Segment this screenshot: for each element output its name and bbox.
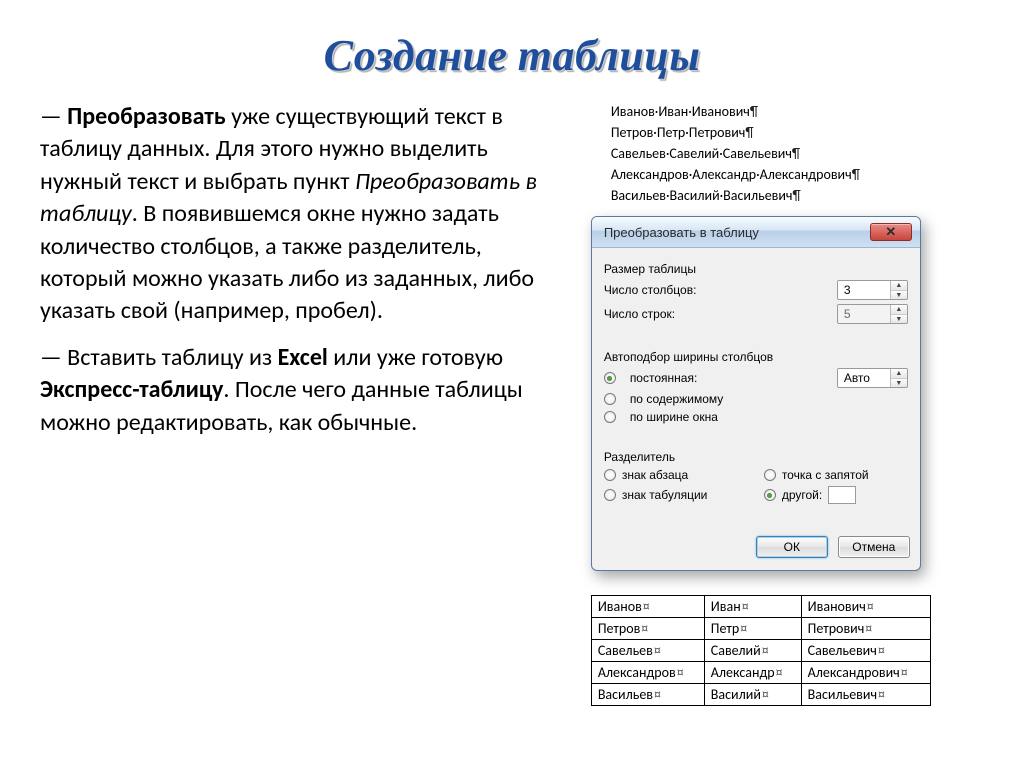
dialog-titlebar[interactable]: Преобразовать в таблицу ✕ bbox=[592, 217, 920, 248]
fixed-width-input[interactable] bbox=[838, 369, 890, 387]
ok-button[interactable]: ОК bbox=[756, 536, 828, 558]
table-cell: Петрович bbox=[801, 618, 930, 640]
group-label: Разделитель bbox=[604, 450, 908, 464]
table-cell: Василий bbox=[704, 684, 801, 706]
table-cell: Иван bbox=[704, 596, 801, 618]
sep-other-label: другой: bbox=[782, 488, 822, 502]
autofit-group: Автоподбор ширины столбцов постоянная: ▲… bbox=[604, 344, 908, 436]
cancel-button[interactable]: Отмена bbox=[838, 536, 910, 558]
paragraph-2: — Вставить таблицу из Excel или уже гото… bbox=[40, 342, 571, 439]
fixed-width-spinner[interactable]: ▲ ▼ bbox=[837, 368, 908, 388]
table-cell: Васильев bbox=[591, 684, 704, 706]
by-window-label: по ширине окна bbox=[630, 410, 908, 424]
table-cell: Александрович bbox=[801, 662, 930, 684]
radio-by-window[interactable] bbox=[604, 411, 616, 423]
columns-spinner[interactable]: ▲ ▼ bbox=[837, 280, 908, 300]
table-cell: Петров bbox=[591, 618, 704, 640]
list-item: Савельев·Савелий·Савельевич bbox=[611, 143, 860, 164]
bold-text: Экспресс-таблицу bbox=[40, 375, 223, 404]
convert-to-table-dialog: Преобразовать в таблицу ✕ Размер таблицы… bbox=[591, 216, 921, 571]
table-row: Савельев Савелий Савельевич bbox=[591, 640, 930, 662]
table-cell: Иванов bbox=[591, 596, 704, 618]
radio-by-content[interactable] bbox=[604, 393, 616, 405]
table-cell: Александров bbox=[591, 662, 704, 684]
sep-semicolon-label: точка с запятой bbox=[782, 468, 869, 482]
table-row: Иванов Иван Иванович bbox=[591, 596, 930, 618]
list-item: Петров·Петр·Петрович bbox=[611, 122, 860, 143]
close-button[interactable]: ✕ bbox=[870, 223, 912, 241]
separator-group: Разделитель знак абзаца точка с запятой … bbox=[604, 444, 908, 512]
rows-spinner: ▲ ▼ bbox=[837, 304, 908, 324]
table-cell: Савелий bbox=[704, 640, 801, 662]
table-row: Васильев Василий Васильевич bbox=[591, 684, 930, 706]
columns-input[interactable] bbox=[838, 281, 890, 299]
sep-other-input[interactable] bbox=[828, 486, 856, 504]
bold-text: Преобразовать bbox=[67, 102, 225, 131]
table-cell: Савельев bbox=[591, 640, 704, 662]
fixed-width-label: постоянная: bbox=[630, 371, 829, 385]
radio-paragraph[interactable] bbox=[604, 469, 616, 481]
article-body: — Преобразовать уже существующий текст в… bbox=[40, 101, 571, 706]
list-item: Иванов·Иван·Иванович bbox=[611, 101, 860, 122]
radio-fixed[interactable] bbox=[604, 372, 616, 384]
spinner-up-icon[interactable]: ▲ bbox=[891, 369, 907, 378]
spinner-up-icon: ▲ bbox=[891, 305, 907, 314]
table-cell: Савельевич bbox=[801, 640, 930, 662]
group-label: Размер таблицы bbox=[604, 262, 908, 276]
result-table: Иванов Иван Иванович Петров Петр Петрови… bbox=[591, 595, 931, 706]
source-text-list: Иванов·Иван·Иванович Петров·Петр·Петрови… bbox=[591, 101, 860, 206]
list-item: Александров·Александр·Александрович bbox=[611, 164, 860, 185]
radio-semicolon[interactable] bbox=[764, 469, 776, 481]
close-icon: ✕ bbox=[885, 224, 896, 240]
radio-other[interactable] bbox=[764, 489, 776, 501]
table-cell: Васильевич bbox=[801, 684, 930, 706]
list-item: Васильев·Василий·Васильевич bbox=[611, 185, 860, 206]
radio-tab[interactable] bbox=[604, 489, 616, 501]
table-row: Петров Петр Петрович bbox=[591, 618, 930, 640]
rows-input bbox=[838, 305, 890, 323]
text: или уже готовую bbox=[328, 343, 503, 372]
spinner-down-icon: ▼ bbox=[891, 314, 907, 323]
group-label: Автоподбор ширины столбцов bbox=[604, 350, 908, 364]
text: — bbox=[40, 102, 67, 131]
rows-label: Число строк: bbox=[604, 307, 829, 321]
page-title: Создание таблицы bbox=[40, 30, 984, 81]
text: — Вставить таблицу из bbox=[40, 343, 278, 372]
table-cell: Александр bbox=[704, 662, 801, 684]
sep-paragraph-label: знак абзаца bbox=[622, 468, 688, 482]
sep-tab-label: знак табуляции bbox=[622, 488, 708, 502]
bold-text: Excel bbox=[278, 343, 328, 372]
columns-label: Число столбцов: bbox=[604, 283, 829, 297]
by-content-label: по содержимому bbox=[630, 392, 908, 406]
paragraph-1: — Преобразовать уже существующий текст в… bbox=[40, 101, 571, 328]
table-size-group: Размер таблицы Число столбцов: ▲ ▼ Число bbox=[604, 256, 908, 336]
dialog-title-text: Преобразовать в таблицу bbox=[604, 225, 759, 240]
spinner-down-icon[interactable]: ▼ bbox=[891, 378, 907, 387]
table-row: Александров Александр Александрович bbox=[591, 662, 930, 684]
table-cell: Иванович bbox=[801, 596, 930, 618]
spinner-down-icon[interactable]: ▼ bbox=[891, 290, 907, 299]
spinner-up-icon[interactable]: ▲ bbox=[891, 281, 907, 290]
table-cell: Петр bbox=[704, 618, 801, 640]
